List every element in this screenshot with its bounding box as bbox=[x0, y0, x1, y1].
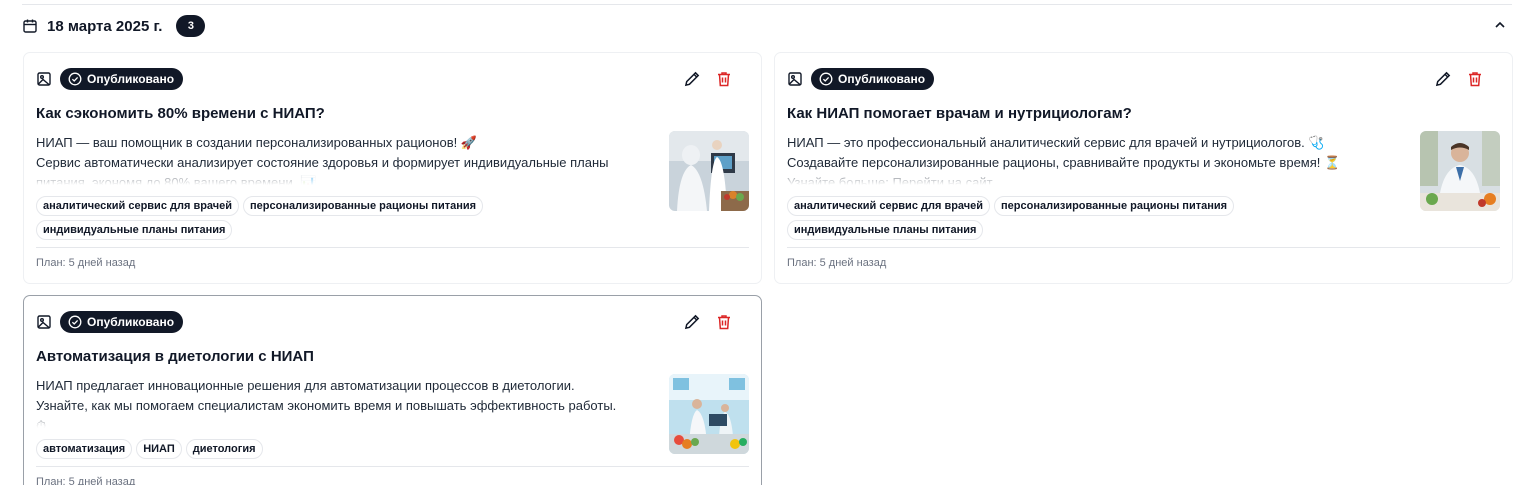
tag[interactable]: индивидуальные планы питания bbox=[36, 220, 233, 240]
tag[interactable]: аналитический сервис для врачей bbox=[36, 196, 240, 216]
check-circle-icon bbox=[819, 72, 833, 86]
post-card[interactable]: Опубликовано Как сэкономить 80% времени … bbox=[23, 52, 762, 284]
delete-icon[interactable] bbox=[1466, 70, 1484, 88]
post-count-badge: 3 bbox=[176, 15, 206, 37]
status-label: Опубликовано bbox=[87, 72, 175, 86]
status-badge: Опубликовано bbox=[60, 68, 184, 90]
calendar-icon bbox=[22, 18, 38, 34]
delete-icon[interactable] bbox=[715, 70, 733, 88]
check-circle-icon bbox=[68, 315, 82, 329]
post-thumbnail bbox=[669, 131, 749, 211]
body-line: питания, экономя до 80% вашего времени. … bbox=[36, 175, 317, 185]
post-card[interactable]: Опубликовано Как НИАП помогает врачам и … bbox=[774, 52, 1513, 284]
body-line: ⏱ bbox=[36, 418, 47, 428]
post-thumbnail bbox=[669, 374, 749, 454]
card-divider bbox=[787, 247, 1500, 248]
card-divider bbox=[36, 247, 749, 248]
tag-list: автоматизация НИАП диетология bbox=[36, 439, 536, 459]
status-badge: Опубликовано bbox=[811, 68, 935, 90]
tag-list: аналитический сервис для врачей персонал… bbox=[787, 196, 1287, 240]
status-label: Опубликовано bbox=[87, 315, 175, 329]
edit-icon[interactable] bbox=[683, 70, 701, 88]
tag[interactable]: персонализированные рационы питания bbox=[243, 196, 484, 216]
image-icon bbox=[36, 314, 52, 330]
chevron-up-icon[interactable] bbox=[1492, 17, 1508, 33]
tag[interactable]: НИАП bbox=[136, 439, 182, 459]
image-icon bbox=[36, 71, 52, 87]
tag[interactable]: диетология bbox=[185, 439, 263, 459]
plan-time: План: 5 дней назад bbox=[36, 257, 136, 269]
body-line: НИАП — ваш помощник в создании персонали… bbox=[36, 135, 478, 150]
status-label: Опубликовано bbox=[838, 72, 926, 86]
tag-list: аналитический сервис для врачей персонал… bbox=[36, 196, 536, 240]
body-line: Создавайте персонализированные рационы, … bbox=[787, 155, 1341, 170]
post-body: НИАП — это профессиональный аналитически… bbox=[787, 133, 1407, 185]
body-line: НИАП — это профессиональный аналитически… bbox=[787, 135, 1325, 150]
card-divider bbox=[36, 466, 749, 467]
body-line: Узнайте, как мы помогаем специалистам эк… bbox=[36, 398, 617, 413]
post-title: Как НИАП помогает врачам и нутрициологам… bbox=[787, 105, 1132, 122]
body-line: НИАП предлагает инновационные решения дл… bbox=[36, 378, 575, 393]
top-divider bbox=[22, 4, 1512, 5]
body-line: Сервис автоматически анализирует состоян… bbox=[36, 155, 609, 170]
tag[interactable]: индивидуальные планы питания bbox=[787, 220, 984, 240]
tag[interactable]: автоматизация bbox=[36, 439, 133, 459]
post-body: НИАП предлагает инновационные решения дл… bbox=[36, 376, 656, 428]
edit-icon[interactable] bbox=[1434, 70, 1452, 88]
group-date: 18 марта 2025 г. bbox=[47, 17, 163, 35]
image-icon bbox=[787, 71, 803, 87]
plan-time: План: 5 дней назад bbox=[787, 257, 887, 269]
plan-time: План: 5 дней назад bbox=[36, 476, 136, 485]
post-title: Автоматизация в диетологии с НИАП bbox=[36, 348, 314, 365]
post-title: Как сэкономить 80% времени с НИАП? bbox=[36, 105, 325, 122]
post-card[interactable]: Опубликовано Автоматизация в диетологии … bbox=[23, 295, 762, 485]
post-body: НИАП — ваш помощник в создании персонали… bbox=[36, 133, 656, 185]
check-circle-icon bbox=[68, 72, 82, 86]
body-line: Узнайте больше: Перейти на сайт bbox=[787, 175, 993, 185]
delete-icon[interactable] bbox=[715, 313, 733, 331]
tag[interactable]: персонализированные рационы питания bbox=[994, 196, 1235, 216]
date-group-header[interactable]: 18 марта 2025 г. 3 bbox=[22, 14, 1512, 38]
tag[interactable]: аналитический сервис для врачей bbox=[787, 196, 991, 216]
status-badge: Опубликовано bbox=[60, 311, 184, 333]
post-thumbnail bbox=[1420, 131, 1500, 211]
edit-icon[interactable] bbox=[683, 313, 701, 331]
